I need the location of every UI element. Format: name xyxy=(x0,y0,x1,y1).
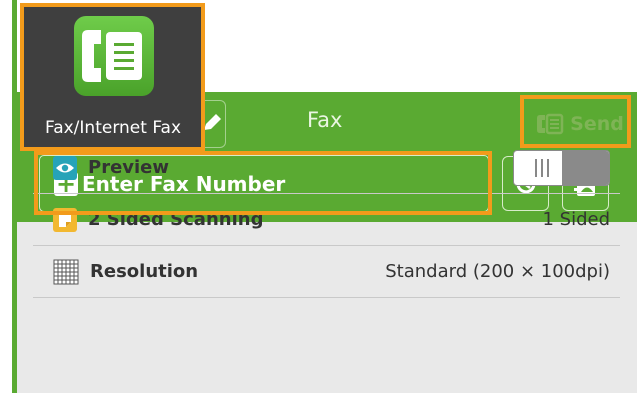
eye-icon xyxy=(53,155,77,180)
fax-app-icon xyxy=(74,16,154,96)
fax-app-tile[interactable]: Fax/Internet Fax xyxy=(24,5,202,147)
toggle-grip xyxy=(535,159,549,177)
resolution-label: Resolution xyxy=(90,261,199,282)
fax-phone-icon xyxy=(82,30,142,82)
list-item-preview[interactable]: Preview xyxy=(33,142,620,194)
send-label: Send xyxy=(570,113,624,135)
pencil-icon xyxy=(204,114,221,130)
options-list: Preview 2 Sided Scanning 1 Sided Resolut… xyxy=(33,142,620,298)
2-sided-scanning-value: 1 Sided xyxy=(542,209,610,230)
send-button[interactable]: Send xyxy=(535,104,625,144)
edit-button[interactable] xyxy=(199,100,226,148)
preview-toggle[interactable] xyxy=(513,150,610,186)
resolution-value: Standard (200 × 100dpi) xyxy=(385,261,610,282)
fax-app-label: Fax/Internet Fax xyxy=(44,118,182,138)
2-sided-scanning-label: 2 Sided Scanning xyxy=(88,209,264,230)
list-item-2-sided-scanning[interactable]: 2 Sided Scanning 1 Sided xyxy=(33,194,620,246)
fax-phone-icon xyxy=(537,113,564,135)
page-icon xyxy=(53,207,77,232)
list-item-resolution[interactable]: Resolution Standard (200 × 100dpi) xyxy=(33,246,620,298)
preview-label: Preview xyxy=(88,157,170,178)
toggle-off-state xyxy=(562,151,609,185)
grid-icon xyxy=(53,259,79,284)
page-title: Fax xyxy=(307,108,343,132)
